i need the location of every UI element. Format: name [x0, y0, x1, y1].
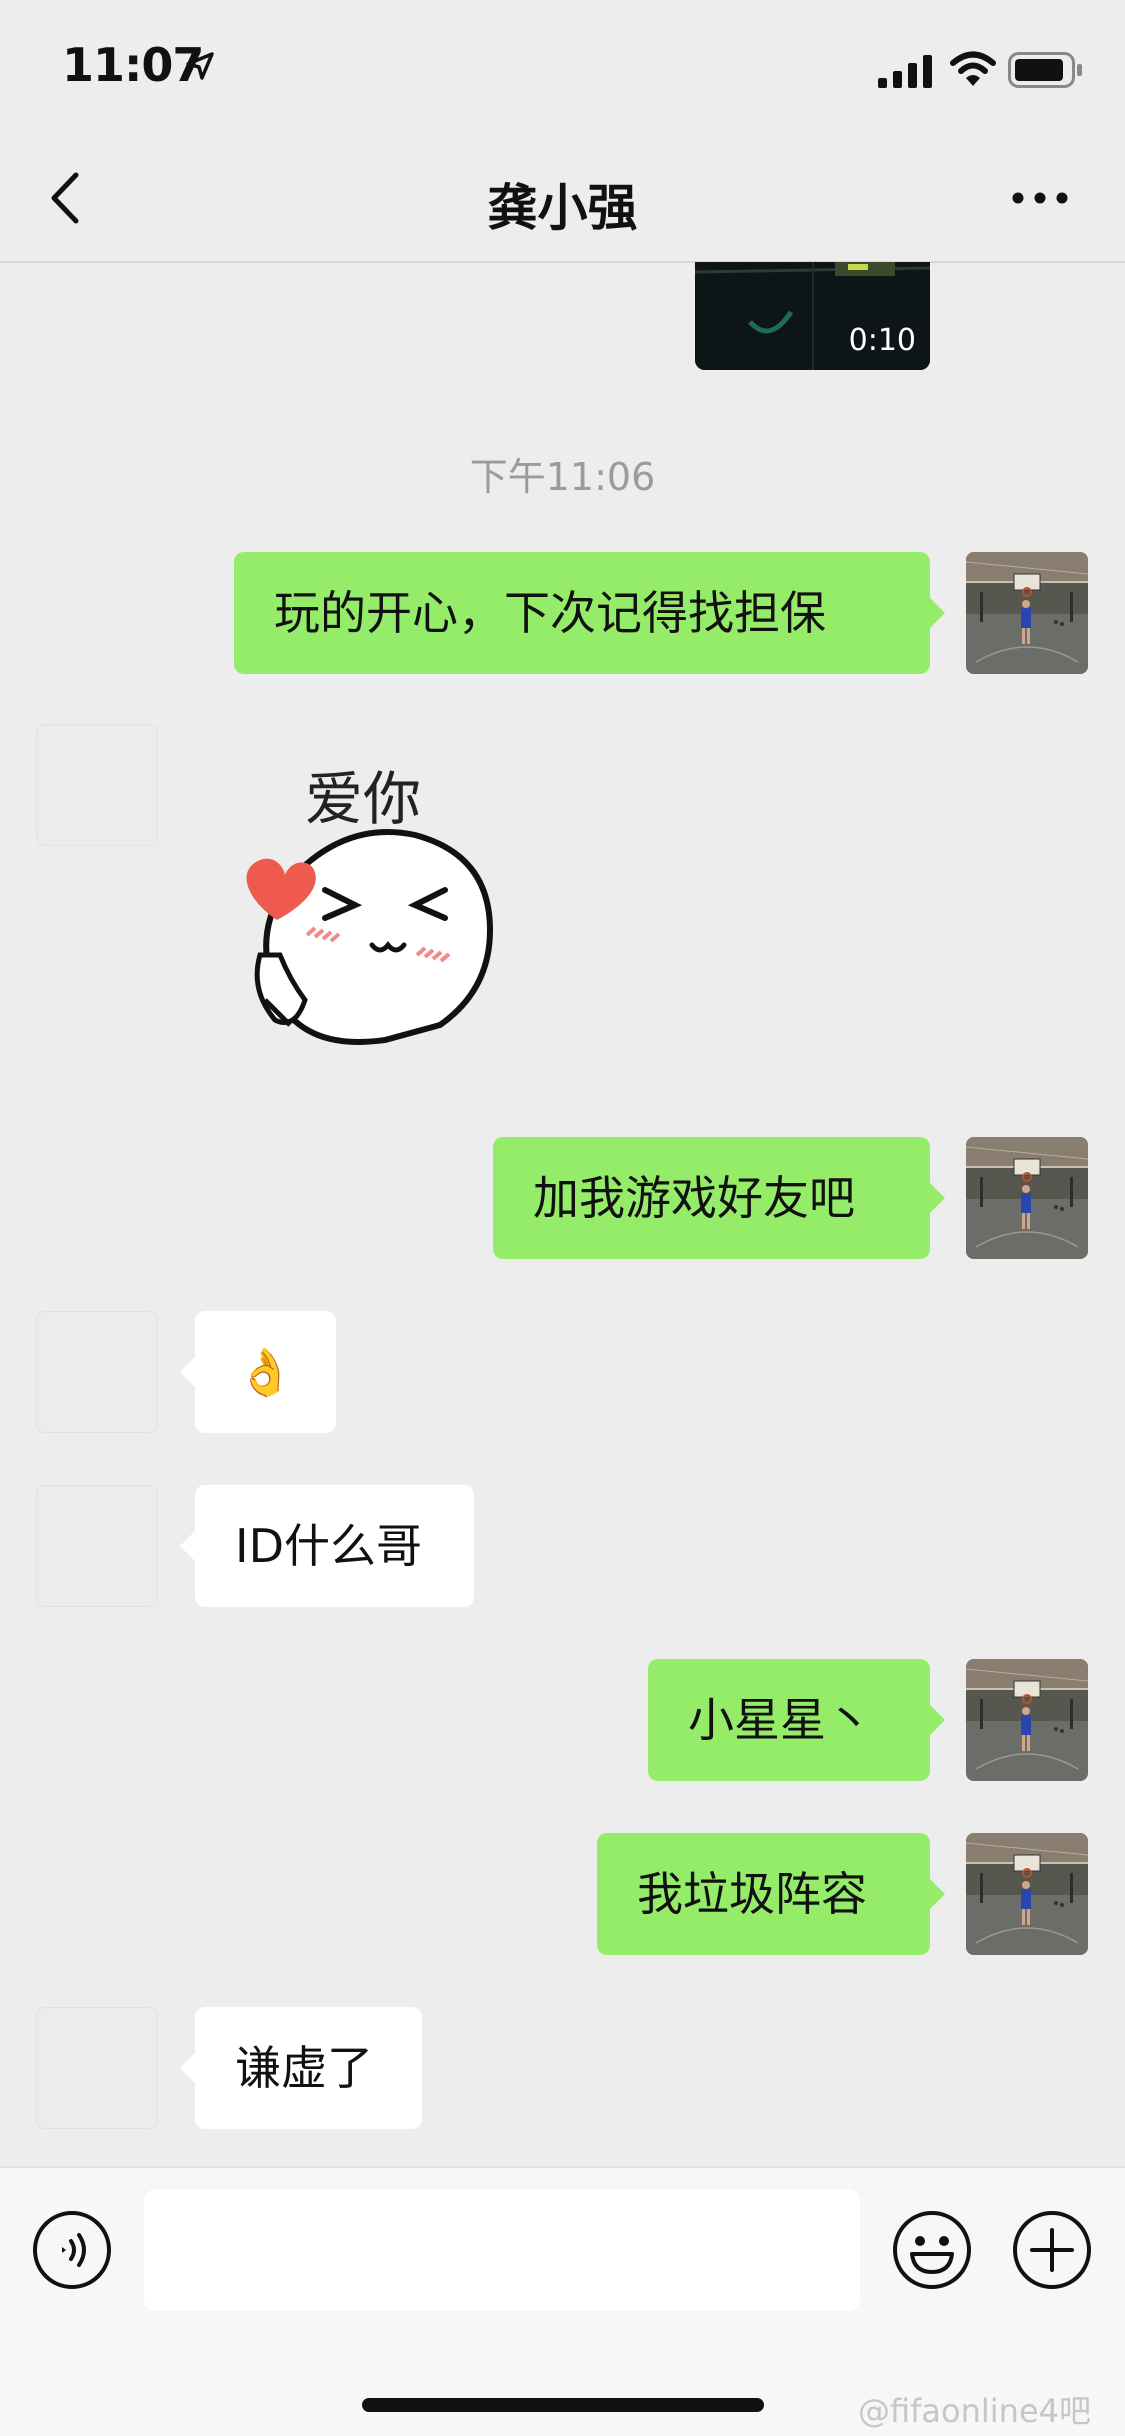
- message-input[interactable]: [144, 2189, 860, 2311]
- home-indicator: [362, 2398, 764, 2412]
- wifi-icon: [950, 51, 996, 86]
- cellular-signal-icon: [878, 55, 932, 88]
- voice-icon[interactable]: [32, 2210, 112, 2290]
- watermark: @fifaonline4吧: [858, 2392, 1092, 2430]
- video-message-thumbnail[interactable]: 0:10: [695, 262, 930, 370]
- location-arrow-icon: [186, 52, 214, 80]
- peer-avatar[interactable]: [36, 1311, 158, 1433]
- message-bubble-outgoing[interactable]: 我垃圾阵容: [597, 1833, 945, 1955]
- peer-avatar[interactable]: [36, 2007, 158, 2129]
- message-bubble-incoming[interactable]: ID什么哥: [180, 1485, 474, 1607]
- message-bubble-incoming[interactable]: 👌: [180, 1311, 336, 1433]
- peer-avatar[interactable]: [36, 724, 158, 846]
- chat-title: 龚小强: [487, 179, 638, 237]
- peer-avatar[interactable]: [36, 1485, 158, 1607]
- message-bubble-outgoing[interactable]: 玩的开心，下次记得找担保: [234, 552, 945, 674]
- battery-icon: [1008, 52, 1082, 88]
- message-bubble-incoming[interactable]: 谦虚了: [180, 2007, 422, 2129]
- self-avatar[interactable]: [966, 552, 1088, 674]
- plus-icon[interactable]: [1012, 2210, 1092, 2290]
- message-bubble-outgoing[interactable]: 小星星丶: [648, 1659, 945, 1781]
- emoji-icon[interactable]: [892, 2210, 972, 2290]
- video-duration: 0:10: [848, 323, 916, 358]
- message-timestamp: 下午11:06: [469, 455, 656, 499]
- more-options-icon[interactable]: [1010, 178, 1070, 218]
- sticker-caption: 爱你: [305, 765, 422, 833]
- self-avatar[interactable]: [966, 1137, 1088, 1259]
- message-bubble-outgoing[interactable]: 加我游戏好友吧: [493, 1137, 945, 1259]
- status-time: 11:07: [62, 38, 204, 92]
- self-avatar[interactable]: [966, 1833, 1088, 1955]
- self-avatar[interactable]: [966, 1659, 1088, 1781]
